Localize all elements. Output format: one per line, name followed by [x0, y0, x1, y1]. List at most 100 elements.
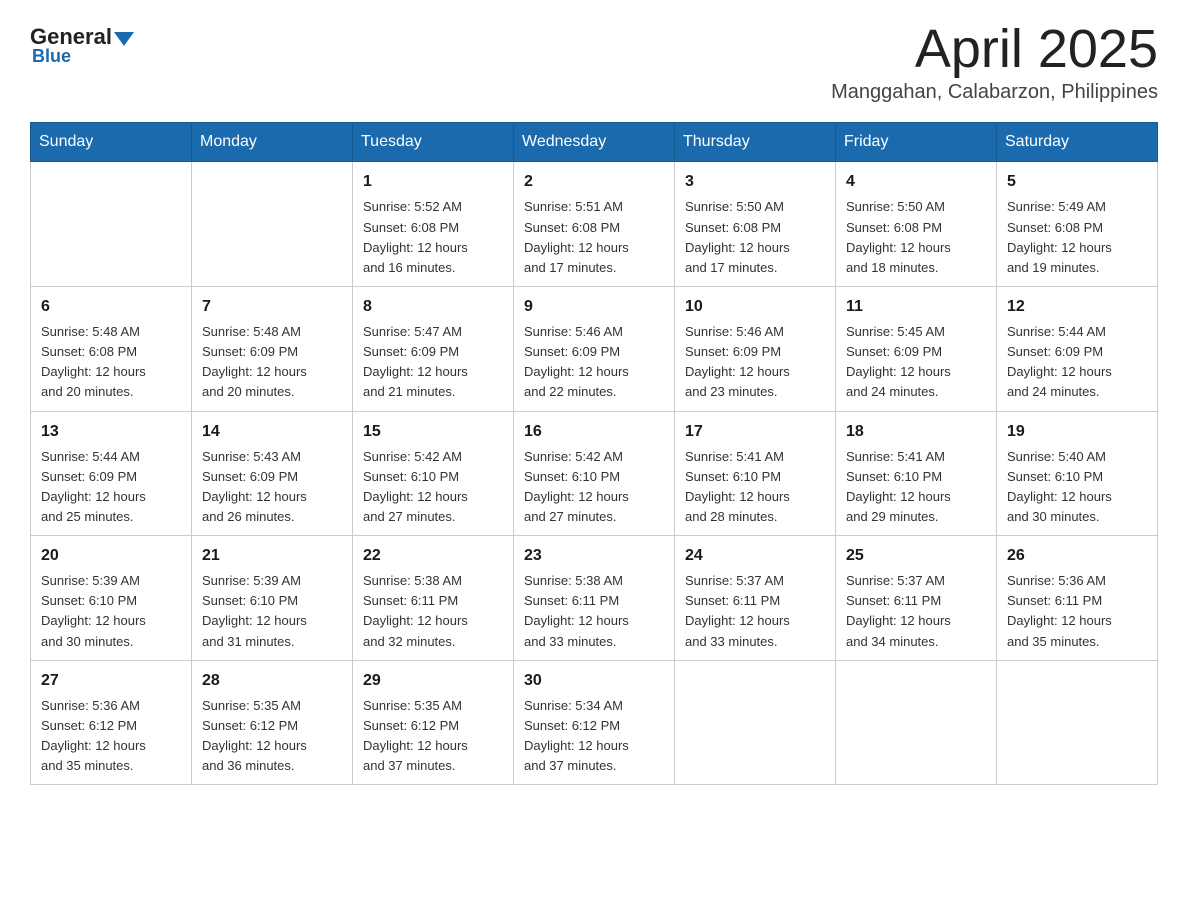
cell-day-number: 4 [846, 170, 986, 194]
calendar-cell: 28 Sunrise: 5:35 AM Sunset: 6:12 PM Dayli… [192, 660, 353, 785]
calendar-week-row: 27Sunrise: 5:36 AM Sunset: 6:12 PM Dayli… [31, 660, 1158, 785]
cell-day-number: 12 [1007, 295, 1147, 319]
calendar-cell: 19 Sunrise: 5:40 AM Sunset: 6:10 PM Dayli… [997, 411, 1158, 536]
cell-info-text: Sunrise: 5:51 AM Sunset: 6:08 PM Dayligh… [524, 197, 664, 278]
cell-day-number: 20 [41, 544, 181, 568]
cell-info-text: Sunrise: 5:44 AM Sunset: 6:09 PM Dayligh… [41, 447, 181, 528]
cell-day-number: 6 [41, 295, 181, 319]
cell-info-text: Sunrise: 5:50 AM Sunset: 6:08 PM Dayligh… [846, 197, 986, 278]
calendar-day-header: Friday [836, 123, 997, 162]
calendar-header-row: SundayMondayTuesdayWednesdayThursdayFrid… [31, 123, 1158, 162]
cell-day-number: 23 [524, 544, 664, 568]
cell-day-number: 16 [524, 420, 664, 444]
calendar-cell: 25Sunrise: 5:37 AM Sunset: 6:11 PM Dayli… [836, 536, 997, 661]
cell-info-text: Sunrise: 5:39 AM Sunset: 6:10 PM Dayligh… [41, 571, 181, 652]
calendar-cell: 11 Sunrise: 5:45 AM Sunset: 6:09 PM Dayli… [836, 286, 997, 411]
calendar-cell: 13Sunrise: 5:44 AM Sunset: 6:09 PM Dayli… [31, 411, 192, 536]
calendar-day-header: Monday [192, 123, 353, 162]
calendar-cell: 24 Sunrise: 5:37 AM Sunset: 6:11 PM Dayli… [675, 536, 836, 661]
cell-day-number: 11 [846, 295, 986, 319]
cell-info-text: Sunrise: 5:41 AM Sunset: 6:10 PM Dayligh… [685, 447, 825, 528]
cell-day-number: 26 [1007, 544, 1147, 568]
calendar-week-row: 13Sunrise: 5:44 AM Sunset: 6:09 PM Dayli… [31, 411, 1158, 536]
cell-day-number: 27 [41, 669, 181, 693]
cell-day-number: 10 [685, 295, 825, 319]
cell-day-number: 22 [363, 544, 503, 568]
cell-info-text: Sunrise: 5:34 AM Sunset: 6:12 PM Dayligh… [524, 696, 664, 777]
cell-day-number: 18 [846, 420, 986, 444]
cell-info-text: Sunrise: 5:46 AM Sunset: 6:09 PM Dayligh… [524, 322, 664, 403]
cell-info-text: Sunrise: 5:43 AM Sunset: 6:09 PM Dayligh… [202, 447, 342, 528]
calendar-day-header: Sunday [31, 123, 192, 162]
calendar-cell: 29 Sunrise: 5:35 AM Sunset: 6:12 PM Dayli… [353, 660, 514, 785]
calendar-cell: 12 Sunrise: 5:44 AM Sunset: 6:09 PM Dayli… [997, 286, 1158, 411]
cell-info-text: Sunrise: 5:40 AM Sunset: 6:10 PM Dayligh… [1007, 447, 1147, 528]
calendar-day-header: Saturday [997, 123, 1158, 162]
logo: General Blue [30, 20, 134, 67]
calendar-cell: 15 Sunrise: 5:42 AM Sunset: 6:10 PM Dayli… [353, 411, 514, 536]
calendar-cell [997, 660, 1158, 785]
cell-info-text: Sunrise: 5:35 AM Sunset: 6:12 PM Dayligh… [202, 696, 342, 777]
calendar-day-header: Tuesday [353, 123, 514, 162]
page-subtitle: Manggahan, Calabarzon, Philippines [831, 81, 1158, 104]
cell-day-number: 5 [1007, 170, 1147, 194]
calendar-week-row: 1Sunrise: 5:52 AM Sunset: 6:08 PM Daylig… [31, 162, 1158, 287]
calendar-table: SundayMondayTuesdayWednesdayThursdayFrid… [30, 122, 1158, 785]
calendar-cell: 5 Sunrise: 5:49 AM Sunset: 6:08 PM Daylig… [997, 162, 1158, 287]
calendar-cell: 27Sunrise: 5:36 AM Sunset: 6:12 PM Dayli… [31, 660, 192, 785]
cell-day-number: 29 [363, 669, 503, 693]
calendar-cell: 18 Sunrise: 5:41 AM Sunset: 6:10 PM Dayli… [836, 411, 997, 536]
cell-info-text: Sunrise: 5:39 AM Sunset: 6:10 PM Dayligh… [202, 571, 342, 652]
cell-day-number: 17 [685, 420, 825, 444]
calendar-day-header: Thursday [675, 123, 836, 162]
calendar-week-row: 20 Sunrise: 5:39 AM Sunset: 6:10 PM Dayli… [31, 536, 1158, 661]
cell-info-text: Sunrise: 5:38 AM Sunset: 6:11 PM Dayligh… [524, 571, 664, 652]
page-title: April 2025 [831, 20, 1158, 79]
cell-day-number: 8 [363, 295, 503, 319]
calendar-cell: 1Sunrise: 5:52 AM Sunset: 6:08 PM Daylig… [353, 162, 514, 287]
page-header: General Blue April 2025 Manggahan, Calab… [30, 20, 1158, 104]
calendar-cell [675, 660, 836, 785]
title-block: April 2025 Manggahan, Calabarzon, Philip… [831, 20, 1158, 104]
calendar-cell: 9 Sunrise: 5:46 AM Sunset: 6:09 PM Daylig… [514, 286, 675, 411]
calendar-cell: 23 Sunrise: 5:38 AM Sunset: 6:11 PM Dayli… [514, 536, 675, 661]
cell-info-text: Sunrise: 5:42 AM Sunset: 6:10 PM Dayligh… [524, 447, 664, 528]
calendar-cell [836, 660, 997, 785]
cell-day-number: 14 [202, 420, 342, 444]
cell-info-text: Sunrise: 5:49 AM Sunset: 6:08 PM Dayligh… [1007, 197, 1147, 278]
cell-day-number: 9 [524, 295, 664, 319]
cell-day-number: 30 [524, 669, 664, 693]
calendar-cell: 6 Sunrise: 5:48 AM Sunset: 6:08 PM Daylig… [31, 286, 192, 411]
calendar-week-row: 6 Sunrise: 5:48 AM Sunset: 6:08 PM Daylig… [31, 286, 1158, 411]
cell-info-text: Sunrise: 5:50 AM Sunset: 6:08 PM Dayligh… [685, 197, 825, 278]
cell-info-text: Sunrise: 5:46 AM Sunset: 6:09 PM Dayligh… [685, 322, 825, 403]
cell-day-number: 2 [524, 170, 664, 194]
calendar-cell: 7Sunrise: 5:48 AM Sunset: 6:09 PM Daylig… [192, 286, 353, 411]
logo-general: General [30, 26, 112, 48]
calendar-cell: 30 Sunrise: 5:34 AM Sunset: 6:12 PM Dayli… [514, 660, 675, 785]
calendar-day-header: Wednesday [514, 123, 675, 162]
cell-day-number: 1 [363, 170, 503, 194]
cell-day-number: 24 [685, 544, 825, 568]
calendar-cell: 17 Sunrise: 5:41 AM Sunset: 6:10 PM Dayli… [675, 411, 836, 536]
cell-info-text: Sunrise: 5:41 AM Sunset: 6:10 PM Dayligh… [846, 447, 986, 528]
calendar-cell: 3Sunrise: 5:50 AM Sunset: 6:08 PM Daylig… [675, 162, 836, 287]
cell-info-text: Sunrise: 5:37 AM Sunset: 6:11 PM Dayligh… [846, 571, 986, 652]
cell-day-number: 19 [1007, 420, 1147, 444]
cell-info-text: Sunrise: 5:45 AM Sunset: 6:09 PM Dayligh… [846, 322, 986, 403]
cell-day-number: 28 [202, 669, 342, 693]
cell-info-text: Sunrise: 5:36 AM Sunset: 6:11 PM Dayligh… [1007, 571, 1147, 652]
calendar-cell: 21Sunrise: 5:39 AM Sunset: 6:10 PM Dayli… [192, 536, 353, 661]
cell-day-number: 15 [363, 420, 503, 444]
cell-info-text: Sunrise: 5:48 AM Sunset: 6:08 PM Dayligh… [41, 322, 181, 403]
cell-day-number: 7 [202, 295, 342, 319]
cell-info-text: Sunrise: 5:37 AM Sunset: 6:11 PM Dayligh… [685, 571, 825, 652]
calendar-cell: 14 Sunrise: 5:43 AM Sunset: 6:09 PM Dayli… [192, 411, 353, 536]
cell-info-text: Sunrise: 5:35 AM Sunset: 6:12 PM Dayligh… [363, 696, 503, 777]
logo-blue: Blue [32, 46, 71, 67]
calendar-cell: 2 Sunrise: 5:51 AM Sunset: 6:08 PM Daylig… [514, 162, 675, 287]
cell-info-text: Sunrise: 5:44 AM Sunset: 6:09 PM Dayligh… [1007, 322, 1147, 403]
cell-info-text: Sunrise: 5:42 AM Sunset: 6:10 PM Dayligh… [363, 447, 503, 528]
cell-info-text: Sunrise: 5:47 AM Sunset: 6:09 PM Dayligh… [363, 322, 503, 403]
cell-info-text: Sunrise: 5:38 AM Sunset: 6:11 PM Dayligh… [363, 571, 503, 652]
